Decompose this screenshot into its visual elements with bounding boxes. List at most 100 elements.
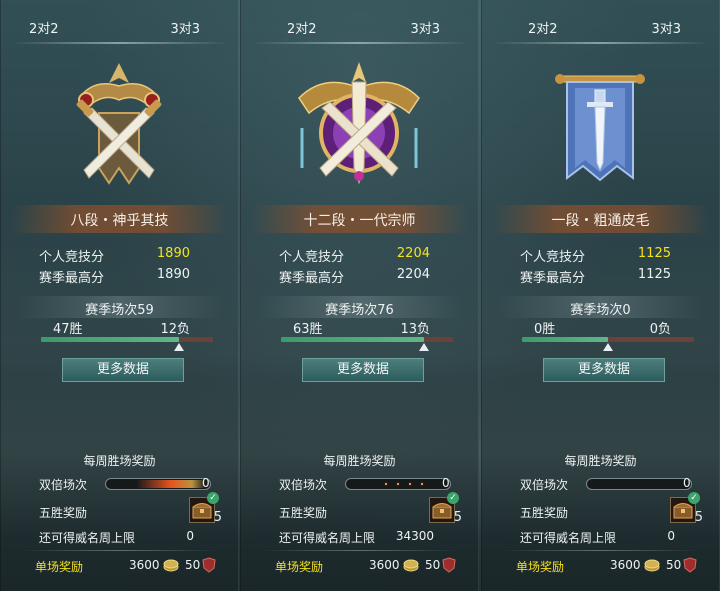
personal-score-label: 个人竞技分 — [39, 250, 105, 265]
treasure-chest-icon[interactable]: ✓ 5 — [189, 492, 222, 525]
personal-score-label: 个人竞技分 — [279, 250, 345, 265]
per-match-label: 单场奖励 — [516, 560, 565, 574]
win-fill — [41, 337, 179, 342]
double-matches-bar — [586, 478, 692, 490]
personal-score-row: 个人竞技分 2204 — [279, 246, 430, 265]
season-high-label: 赛季最高分 — [520, 271, 586, 286]
rank-panel-3: 2对2 3对3 一段・粗通皮毛 个人竞技分 1125 赛季最高分 1125 赛季… — [481, 0, 720, 591]
personal-score-value: 1125 — [637, 246, 671, 261]
ratio-marker-icon — [603, 343, 613, 351]
prestige-value: 0 — [186, 529, 194, 543]
season-high-label: 赛季最高分 — [39, 271, 105, 286]
shield-badge-icon — [202, 557, 216, 573]
prestige-label: 还可得威名周上限 — [520, 531, 617, 545]
tab-2v2[interactable]: 2对2 — [29, 18, 59, 37]
mode-tabs: 2对2 3对3 — [1, 18, 238, 44]
five-win-label: 五胜奖励 — [520, 506, 569, 520]
rank-panel-2: 2对2 3对3 十二段・一代宗师 个人竞技分 2204 赛季最高分 2204 赛… — [240, 0, 479, 591]
ratio-marker-icon — [173, 343, 184, 351]
more-data-button[interactable]: 更多数据 — [543, 358, 665, 382]
season-high-value: 1890 — [156, 267, 190, 282]
claimed-check-icon: ✓ — [688, 492, 700, 504]
win-loss-bar — [281, 337, 453, 351]
double-matches-label: 双倍场次 — [520, 478, 569, 492]
tab-2v2[interactable]: 2对2 — [287, 18, 317, 37]
prestige-row: 还可得威名周上限 0 — [39, 527, 216, 547]
flame-glow — [136, 480, 206, 488]
footer-divider — [21, 550, 218, 551]
mode-tabs: 2对2 3对3 — [482, 18, 719, 44]
footer-divider — [261, 550, 458, 551]
tab-underline — [11, 42, 228, 44]
season-high-row: 赛季最高分 1890 — [39, 267, 190, 286]
five-win-label: 五胜奖励 — [39, 506, 88, 520]
five-win-count: 5 — [453, 510, 462, 525]
per-match-label: 单场奖励 — [275, 560, 324, 574]
double-matches-value: 0 — [442, 476, 450, 490]
win-loss-bar — [41, 337, 213, 351]
crossed-swords-crest-icon — [76, 63, 162, 185]
tab-3v3[interactable]: 3对3 — [651, 18, 681, 37]
coin-icon — [403, 559, 419, 572]
season-high-value: 1125 — [637, 267, 671, 282]
losses-count: 13负 — [400, 322, 430, 337]
claimed-check-icon: ✓ — [447, 492, 459, 504]
personal-score-value: 1890 — [156, 246, 190, 261]
prestige-row: 还可得威名周上限 0 — [520, 527, 697, 547]
season-high-value: 2204 — [396, 267, 430, 282]
grandmaster-crest-icon — [298, 62, 420, 185]
personal-score-row: 个人竞技分 1890 — [39, 246, 190, 265]
personal-score-value: 2204 — [396, 246, 430, 261]
gold-amount: 3600 — [129, 558, 160, 572]
prestige-value: 0 — [667, 529, 675, 543]
tab-3v3[interactable]: 3对3 — [170, 18, 200, 37]
prestige-row: 还可得威名周上限 34300 — [279, 527, 456, 547]
wins-count: 63胜 — [293, 322, 323, 337]
tab-3v3[interactable]: 3对3 — [410, 18, 440, 37]
per-match-label: 单场奖励 — [35, 560, 84, 574]
win-fill — [281, 337, 424, 342]
double-matches-label: 双倍场次 — [39, 478, 88, 492]
personal-score-label: 个人竞技分 — [520, 250, 586, 265]
treasure-chest-icon[interactable]: ✓ 5 — [429, 492, 462, 525]
double-matches-value: 0 — [202, 476, 210, 490]
tab-underline — [251, 42, 468, 44]
weekly-rewards-title: 每周胜场奖励 — [323, 454, 396, 468]
season-matches: 赛季场次0 — [570, 303, 631, 318]
win-fill — [522, 337, 608, 342]
badge-amount: 50 — [666, 558, 682, 572]
tab-2v2[interactable]: 2对2 — [528, 18, 558, 37]
losses-count: 12负 — [160, 322, 190, 337]
rank-title: 八段・神乎其技 — [70, 213, 169, 229]
mode-tabs: 2对2 3对3 — [241, 18, 478, 44]
shield-badge-icon — [683, 557, 697, 573]
rank-title: 十二段・一代宗师 — [303, 213, 416, 229]
rank-title: 一段・粗通皮毛 — [551, 213, 650, 229]
win-loss-bar — [522, 337, 694, 351]
badge-amount: 50 — [185, 558, 201, 572]
wins-count: 47胜 — [53, 322, 83, 337]
shield-badge-icon — [442, 557, 456, 573]
double-matches-value: 0 — [683, 476, 691, 490]
rank-panel-1: 2对2 3对3 八段・神乎其技 个人竞技分 1890 赛季最高分 1890 赛季… — [0, 0, 239, 591]
season-matches: 赛季场次59 — [85, 303, 154, 318]
more-data-button[interactable]: 更多数据 — [302, 358, 424, 382]
prestige-label: 还可得威名周上限 — [279, 531, 376, 545]
footer-divider — [502, 550, 699, 551]
ember-dots — [384, 482, 424, 486]
weekly-rewards-title: 每周胜场奖励 — [564, 454, 637, 468]
wins-count: 0胜 — [534, 322, 556, 337]
season-matches: 赛季场次76 — [325, 303, 394, 318]
double-matches-bar — [345, 478, 451, 490]
gold-amount: 3600 — [610, 558, 641, 572]
losses-count: 0负 — [649, 322, 671, 337]
five-win-label: 五胜奖励 — [279, 506, 328, 520]
season-high-label: 赛季最高分 — [279, 271, 345, 286]
more-data-button[interactable]: 更多数据 — [62, 358, 184, 382]
double-matches-label: 双倍场次 — [279, 478, 328, 492]
season-high-row: 赛季最高分 2204 — [279, 267, 430, 286]
treasure-chest-icon[interactable]: ✓ 5 — [670, 492, 703, 525]
personal-score-row: 个人竞技分 1125 — [520, 246, 671, 265]
ratio-marker-icon — [418, 343, 429, 351]
coin-icon — [644, 559, 660, 572]
